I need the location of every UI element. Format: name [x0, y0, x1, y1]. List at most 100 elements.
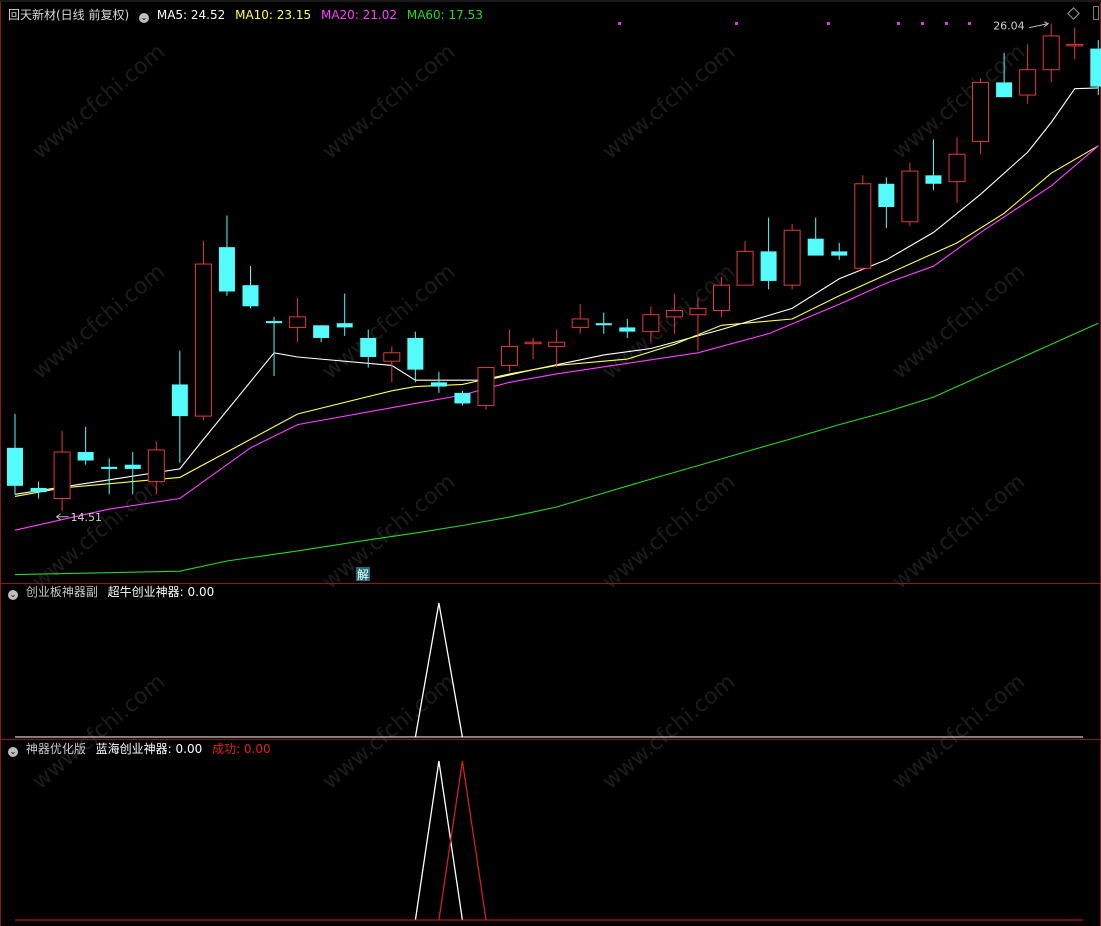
sub1-pane-header: ⌄ 创业板神器副 超牛创业神器: 0.00 [8, 584, 220, 600]
candle [77, 426, 94, 465]
candle [571, 304, 589, 334]
marker-text: 解 [357, 568, 369, 582]
candle-body [948, 153, 966, 183]
candle [831, 242, 848, 260]
candle-body [1019, 69, 1037, 96]
candle-body [571, 318, 589, 328]
candle-body [501, 345, 519, 366]
candle-body [7, 447, 23, 486]
indicator-menu-icon[interactable]: ⌄ [8, 747, 18, 757]
sub2-series-line [438, 760, 487, 921]
watermark-text: www.cfchi.com [28, 39, 170, 164]
candle [289, 297, 307, 343]
sub1-series-value: 超牛创业神器: 0.00 [107, 585, 215, 599]
candle-body [760, 251, 777, 281]
watermark-text: www.cfchi.com [318, 39, 460, 164]
watermark-text: www.cfchi.com [888, 669, 1030, 794]
candle-body [831, 251, 848, 256]
signal-dot [618, 22, 621, 25]
candle-body [124, 464, 141, 469]
watermark-text: www.cfchi.com [318, 669, 460, 794]
candle-body [854, 183, 872, 269]
candle [454, 390, 471, 406]
candle-body [266, 321, 283, 324]
candle-body [477, 367, 495, 407]
sub2-series2-value: 成功: 0.00 [212, 742, 271, 756]
candle [7, 414, 23, 495]
candle-body [713, 284, 730, 312]
candle-body [289, 316, 307, 328]
sub1-title[interactable]: 创业板神器副 [26, 585, 98, 599]
watermark-text: www.cfchi.com [598, 259, 740, 384]
ma5-line [14, 87, 1099, 495]
signal-dot [945, 22, 948, 25]
candle-body [1066, 43, 1084, 47]
candle-body [101, 466, 118, 469]
candle [242, 266, 259, 309]
candle-body [807, 238, 824, 256]
candle [407, 331, 424, 383]
candle-body [595, 323, 612, 326]
watermark-text: www.cfchi.com [888, 39, 1030, 164]
ma5-value: MA5: 24.52 [156, 8, 226, 22]
indicator-menu-icon[interactable]: ⌄ [8, 590, 18, 600]
watermark-text: www.cfchi.com [318, 469, 460, 594]
candle [101, 458, 118, 495]
ma10-line [14, 145, 1099, 497]
sub2-title[interactable]: 神器优化版 [26, 742, 86, 756]
ma20-value: MA20: 21.02 [320, 8, 398, 22]
signal-dot [921, 22, 924, 25]
candle-body [171, 384, 188, 417]
candle-body [454, 392, 471, 404]
candle-body [619, 327, 636, 332]
watermark-text: www.cfchi.com [598, 669, 740, 794]
candle-body [360, 337, 377, 357]
candle-body [972, 81, 990, 143]
watermark-text: www.cfchi.com [888, 259, 1030, 384]
sub2-series1-value: 蓝海创业神器: 0.00 [95, 742, 203, 756]
candle [1090, 40, 1101, 96]
candle [194, 240, 212, 421]
candle [760, 217, 777, 290]
candle [807, 217, 824, 256]
candle-body [336, 323, 353, 328]
candle-body [53, 451, 71, 500]
stock-title[interactable]: 回天新材(日线 前复权) [8, 8, 129, 22]
candle-body [77, 452, 94, 461]
top-strip [0, 0, 1101, 2]
candle-body [878, 183, 895, 208]
candle [972, 78, 990, 155]
candle [783, 223, 801, 290]
candle [53, 430, 71, 512]
candle-body [548, 341, 566, 347]
candle-body [783, 229, 801, 286]
high-price-label: 26.04 [993, 20, 1024, 33]
candle-body [147, 449, 165, 483]
candle [878, 177, 895, 229]
candle-body [665, 310, 683, 318]
ma60-value: MA60: 17.53 [406, 8, 483, 22]
candle [501, 329, 519, 372]
sub2-pane-header: ⌄ 神器优化版 蓝海创业神器: 0.00 成功: 0.00 [8, 741, 277, 757]
candle-body [30, 487, 47, 493]
candle-body [194, 263, 212, 417]
candle-body [313, 325, 330, 338]
candle-body [407, 337, 424, 370]
candle [266, 316, 283, 376]
kline-chart[interactable]: www.cfchi.com www.cfchi.com www.cfchi.com w… [0, 0, 1101, 926]
candle [901, 162, 919, 227]
pane-separator-2[interactable] [0, 739, 1101, 740]
candle-body [524, 341, 542, 345]
candle [30, 481, 47, 499]
candle-body [430, 382, 447, 387]
watermark-text: www.cfchi.com [598, 39, 740, 164]
candle-body [901, 170, 919, 223]
candle-body [218, 247, 235, 292]
watermark-text: www.cfchi.com [318, 259, 460, 384]
candle [477, 367, 495, 410]
candle [313, 325, 330, 343]
candle [925, 139, 942, 191]
candle [854, 175, 872, 271]
indicator-menu-icon[interactable]: ⌄ [139, 13, 150, 23]
scrollbar-handle[interactable] [1093, 6, 1099, 20]
